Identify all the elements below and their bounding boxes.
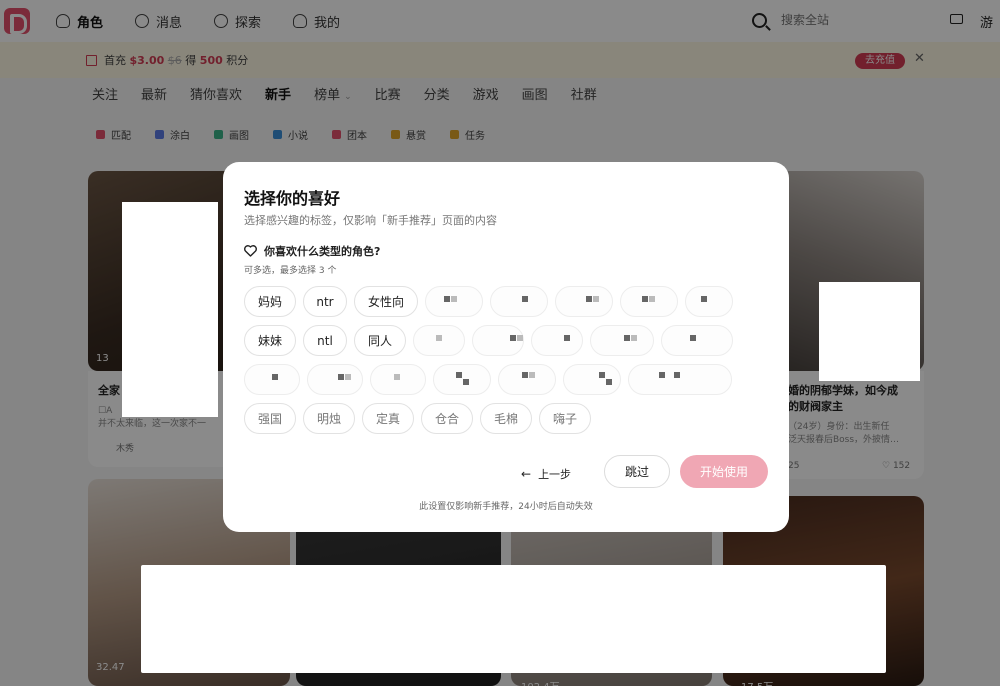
tag-option[interactable]: [490, 286, 548, 317]
pixel-mark: [394, 374, 400, 380]
tag-option[interactable]: ntl: [303, 325, 347, 356]
arrow-left-icon: ←: [521, 467, 532, 481]
placeholder-block: [122, 202, 218, 417]
tag-option[interactable]: [628, 364, 732, 395]
tag-row: 妈妈 ntr 女性向: [244, 286, 744, 318]
placeholder-block: [819, 282, 920, 381]
pixel-mark: [529, 372, 535, 378]
tag-option[interactable]: [661, 325, 733, 356]
tag-option[interactable]: [531, 325, 583, 356]
pixel-mark: [510, 335, 516, 341]
tag-option[interactable]: 女性向: [354, 286, 418, 317]
tag-row: 强国 明烛 定真 仓合 毛棉 嗨子: [244, 403, 744, 435]
pixel-mark: [564, 335, 570, 341]
back-button[interactable]: ← 上一步: [521, 462, 571, 486]
pixel-mark: [522, 372, 528, 378]
tag-option[interactable]: 明烛: [303, 403, 355, 434]
pixel-mark: [631, 335, 637, 341]
tag-option[interactable]: 同人: [354, 325, 406, 356]
pixel-mark: [642, 296, 648, 302]
pixel-mark: [606, 379, 612, 385]
dialog-subtitle: 选择感兴趣的标签，仅影响「新手推荐」页面的内容: [244, 214, 497, 227]
pixel-mark: [451, 296, 457, 302]
pixel-mark: [444, 296, 450, 302]
pixel-mark: [517, 335, 523, 341]
question-text: 你喜欢什么类型的角色?: [264, 245, 381, 258]
dialog-title: 选择你的喜好: [244, 189, 341, 208]
pixel-mark: [599, 372, 605, 378]
tag-row: [244, 364, 744, 396]
pixel-mark: [463, 379, 469, 385]
tag-option[interactable]: [685, 286, 733, 317]
pixel-mark: [345, 374, 351, 380]
pixel-mark: [456, 372, 462, 378]
start-button[interactable]: 开始使用: [680, 455, 768, 488]
tag-row: 妹妹 ntl 同人: [244, 325, 744, 357]
back-label: 上一步: [538, 468, 572, 481]
skip-button[interactable]: 跳过: [604, 455, 670, 488]
tag-option[interactable]: [563, 364, 621, 395]
tag-option[interactable]: ntr: [303, 286, 347, 317]
pixel-mark: [338, 374, 344, 380]
pixel-mark: [586, 296, 592, 302]
pixel-mark: [436, 335, 442, 341]
question-row: 你喜欢什么类型的角色?: [244, 243, 380, 259]
tag-option[interactable]: 嗨子: [539, 403, 591, 434]
pixel-mark: [701, 296, 707, 302]
pixel-mark: [272, 374, 278, 380]
footer-note: 此设置仅影响新手推荐，24小时后自动失效: [419, 502, 593, 512]
tag-option[interactable]: [555, 286, 613, 317]
tag-option[interactable]: 强国: [244, 403, 296, 434]
tag-option[interactable]: 妈妈: [244, 286, 296, 317]
selection-hint: 可多选，最多选择 3 个: [244, 266, 337, 276]
tag-option[interactable]: 妹妹: [244, 325, 296, 356]
pixel-mark: [593, 296, 599, 302]
placeholder-block: [141, 565, 886, 673]
tag-option[interactable]: 仓合: [421, 403, 473, 434]
tag-option[interactable]: [590, 325, 654, 356]
preference-dialog: 选择你的喜好 选择感兴趣的标签，仅影响「新手推荐」页面的内容 你喜欢什么类型的角…: [223, 162, 789, 532]
tag-option[interactable]: [433, 364, 491, 395]
tag-option[interactable]: [498, 364, 556, 395]
pixel-mark: [649, 296, 655, 302]
tag-option[interactable]: 定真: [362, 403, 414, 434]
tag-option[interactable]: 毛棉: [480, 403, 532, 434]
pixel-mark: [674, 372, 680, 378]
tag-option[interactable]: [307, 364, 363, 395]
pixel-mark: [659, 372, 665, 378]
pixel-mark: [690, 335, 696, 341]
tag-grid: 妈妈 ntr 女性向 妹妹 ntl 同人 强国 明烛 定真 仓合 毛棉 嗨子: [244, 286, 744, 442]
pixel-mark: [624, 335, 630, 341]
pixel-mark: [522, 296, 528, 302]
heart-icon: [244, 245, 257, 257]
